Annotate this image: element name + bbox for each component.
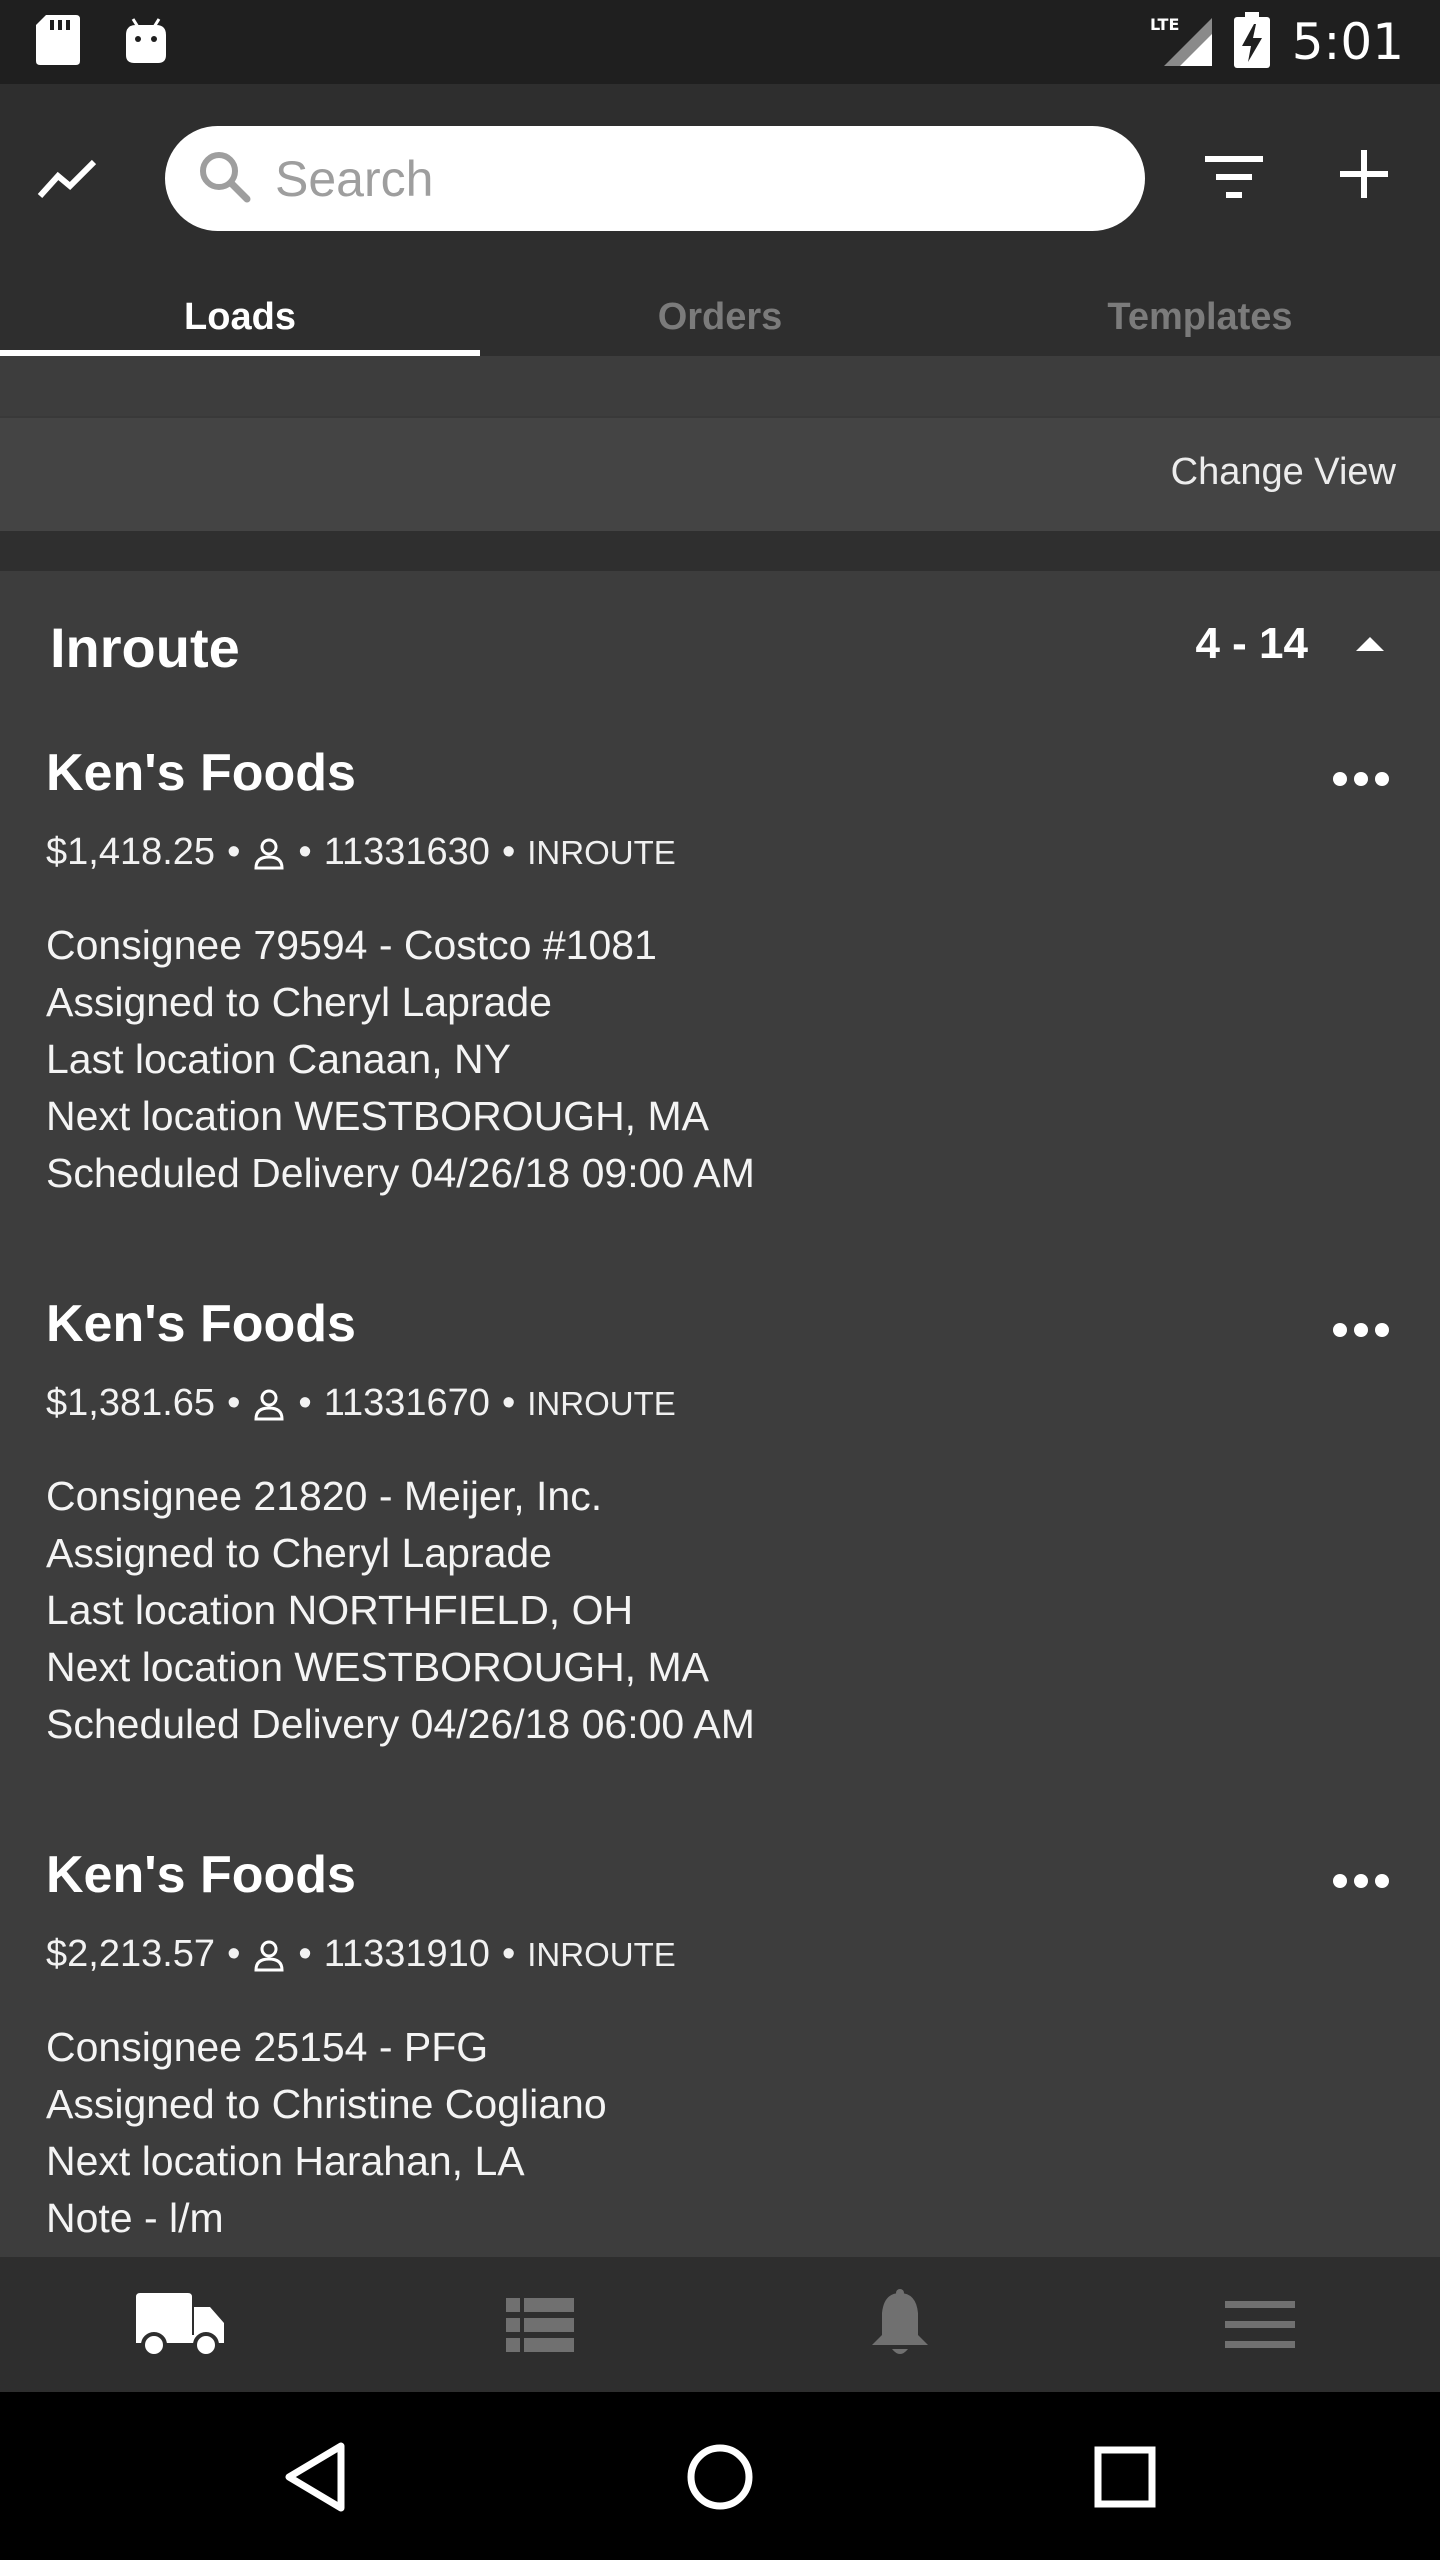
status-bar: LTE 5:01 <box>0 0 1440 84</box>
tab-loads[interactable]: Loads <box>0 272 480 356</box>
consignee-line: Consignee 21820 - Meijer, Inc. <box>46 1473 603 1519</box>
separator-dot: • <box>501 1382 516 1424</box>
collapse-arrow-icon[interactable] <box>1352 633 1388 657</box>
status-time: 5:01 <box>1291 13 1404 71</box>
separator-dot: • <box>227 1382 241 1424</box>
assigned-line: Assigned to Cheryl Laprade <box>46 979 552 1025</box>
card-title: Ken's Foods <box>46 744 356 802</box>
load-amount: $1,418.25 <box>46 831 216 873</box>
recents-icon[interactable] <box>1080 2432 1170 2522</box>
consignee-line: Consignee 25154 - PFG <box>46 2024 489 2070</box>
divider <box>0 531 1440 571</box>
battery-charging-icon <box>1233 11 1270 73</box>
filter-icon[interactable] <box>1205 156 1275 212</box>
load-id: 11331910 <box>323 1933 490 1975</box>
load-card[interactable]: Ken's Foods $2,213.57 • • 11331910 • INR… <box>0 1823 1440 2257</box>
load-status: INROUTE <box>527 1935 676 1973</box>
card-details: Consignee 25154 - PFG Assigned to Christ… <box>46 2019 607 2247</box>
person-icon <box>254 837 284 869</box>
scheduled-delivery-line: Scheduled Delivery 04/26/18 09:00 AM <box>46 1150 755 1196</box>
tab-orders[interactable]: Orders <box>480 272 960 356</box>
tabs: Loads Orders Templates <box>0 272 1440 356</box>
search-row <box>0 84 1440 272</box>
card-details: Consignee 79594 - Costco #1081 Assigned … <box>46 917 755 1202</box>
more-options-icon[interactable] <box>1332 1322 1390 1338</box>
loads-list[interactable]: Inroute 4 - 14 Ken's Foods $1,418.25 • •… <box>0 571 1440 2257</box>
next-location-line: Next location Harahan, LA <box>46 2138 525 2184</box>
last-location-line: Last location NORTHFIELD, OH <box>46 1587 634 1633</box>
plus-icon[interactable] <box>1340 150 1400 210</box>
more-options-icon[interactable] <box>1332 1873 1390 1889</box>
person-icon <box>254 1388 284 1420</box>
tab-templates[interactable]: Templates <box>960 272 1440 356</box>
consignee-line: Consignee 79594 - Costco #1081 <box>46 922 657 968</box>
screen: LTE 5:01 Search Loads Orders Templates C… <box>0 0 1440 2560</box>
search-icon <box>197 149 251 208</box>
load-status: INROUTE <box>527 833 676 871</box>
load-amount: $1,381.65 <box>46 1382 216 1424</box>
more-options-icon[interactable] <box>1332 771 1390 787</box>
change-view-bar: Change View <box>0 416 1440 531</box>
load-card[interactable]: Ken's Foods $1,418.25 • • 11331630 • INR… <box>0 721 1440 1272</box>
search-input[interactable] <box>275 149 1095 208</box>
trend-icon[interactable] <box>36 154 110 214</box>
load-amount: $2,213.57 <box>46 1933 216 1975</box>
separator-dot: • <box>298 831 312 873</box>
back-icon[interactable] <box>271 2432 361 2522</box>
menu-icon[interactable] <box>1080 2257 1440 2392</box>
assigned-line: Assigned to Christine Cogliano <box>46 2081 607 2127</box>
section-count: 4 - 14 <box>1195 619 1308 668</box>
separator-dot: • <box>227 831 241 873</box>
app-bar: Loads Orders Templates <box>0 84 1440 356</box>
card-title: Ken's Foods <box>46 1295 356 1353</box>
load-card[interactable]: Ken's Foods $1,381.65 • • 11331670 • INR… <box>0 1272 1440 1823</box>
next-location-line: Next location WESTBOROUGH, MA <box>46 1093 709 1139</box>
separator-dot: • <box>298 1382 312 1424</box>
section-header-inroute[interactable]: Inroute 4 - 14 <box>0 571 1440 721</box>
section-title: Inroute <box>50 616 240 679</box>
change-view-button[interactable]: Change View <box>1171 451 1396 494</box>
svg-text:LTE: LTE <box>1150 15 1179 34</box>
load-id: 11331670 <box>323 1382 490 1424</box>
bottom-nav <box>0 2257 1440 2392</box>
android-icon <box>124 17 168 68</box>
scheduled-delivery-line: Scheduled Delivery 04/26/18 06:00 AM <box>46 1701 755 1747</box>
sd-card-icon <box>36 14 80 70</box>
load-id: 11331630 <box>323 831 490 873</box>
separator-dot: • <box>501 831 516 873</box>
card-meta: $2,213.57 • • 11331910 • INROUTE <box>46 1933 676 1976</box>
person-icon <box>254 1939 284 1971</box>
load-status: INROUTE <box>527 1384 676 1422</box>
assigned-line: Assigned to Cheryl Laprade <box>46 1530 552 1576</box>
separator-dot: • <box>298 1933 312 1975</box>
note-line: Note - l/m <box>46 2195 224 2241</box>
system-nav-bar <box>0 2392 1440 2560</box>
card-title: Ken's Foods <box>46 1846 356 1904</box>
list-icon[interactable] <box>360 2257 720 2392</box>
next-location-line: Next location WESTBOROUGH, MA <box>46 1644 709 1690</box>
truck-icon[interactable] <box>0 2257 360 2392</box>
lte-signal-icon: LTE <box>1150 14 1212 71</box>
card-meta: $1,381.65 • • 11331670 • INROUTE <box>46 1382 676 1425</box>
search-bar[interactable] <box>165 126 1145 231</box>
separator-dot: • <box>227 1933 241 1975</box>
separator-dot: • <box>501 1933 516 1975</box>
card-meta: $1,418.25 • • 11331630 • INROUTE <box>46 831 676 874</box>
bell-icon[interactable] <box>720 2257 1080 2392</box>
last-location-line: Last location Canaan, NY <box>46 1036 511 1082</box>
home-icon[interactable] <box>675 2432 765 2522</box>
card-details: Consignee 21820 - Meijer, Inc. Assigned … <box>46 1468 755 1753</box>
